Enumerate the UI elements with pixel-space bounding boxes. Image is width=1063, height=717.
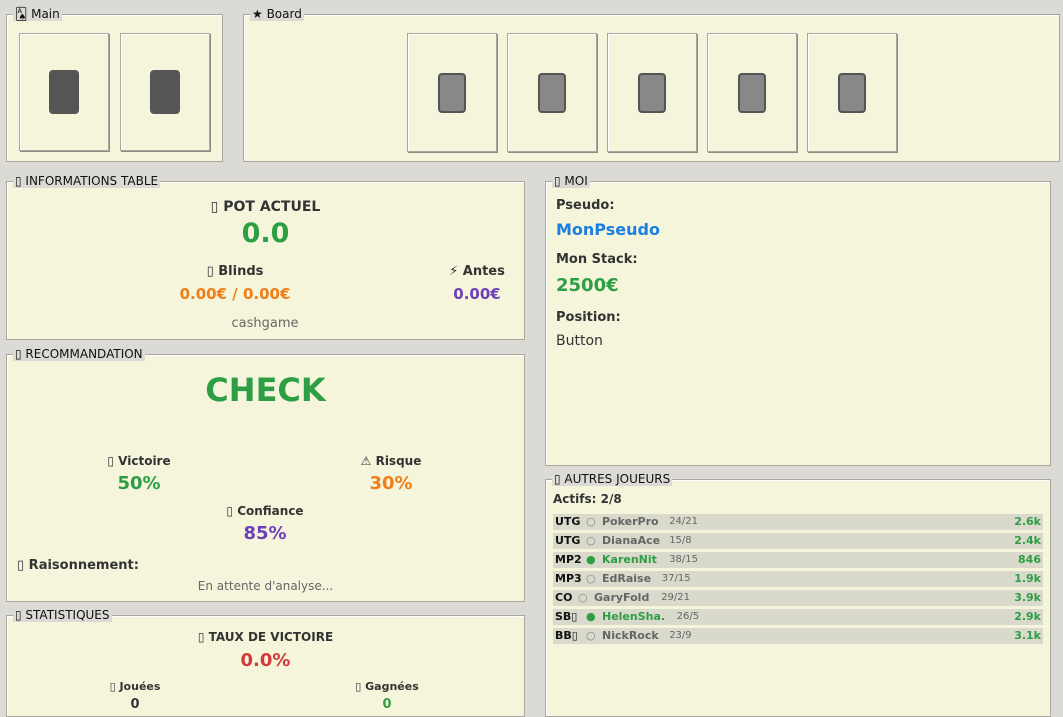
hand-card-1[interactable] (19, 33, 109, 151)
player-stats: 15/8 (669, 535, 692, 546)
card-back-icon (150, 70, 180, 114)
recommended-action: CHECK (205, 371, 326, 409)
stack-value: 2500€ (556, 275, 619, 296)
player-row[interactable]: SB▯ ● HelenSha. 26/5 2.9k (553, 609, 1043, 625)
antes-value: 0.00€ (453, 285, 501, 303)
others-title: ▯ AUTRES JOUEURS (552, 472, 673, 486)
player-name: NickRock (602, 629, 659, 642)
player-position: MP3 (555, 572, 582, 585)
player-status-icon: ○ (586, 534, 596, 547)
risk-value: 30% (369, 473, 413, 494)
player-stats: 24/21 (669, 516, 699, 527)
hand-card-2[interactable] (120, 33, 210, 151)
confidence-value: 85% (243, 523, 287, 544)
player-name: HelenSha. (602, 610, 666, 623)
player-position: UTG (555, 515, 581, 528)
won-label: ▯ Gagnées (355, 680, 419, 693)
player-position: MP2 (555, 553, 582, 566)
won-value: 0 (382, 697, 392, 712)
player-name: GaryFold (594, 591, 650, 604)
antes-label: ⚡ Antes (449, 264, 505, 279)
player-status-icon: ○ (586, 572, 596, 585)
table-info-title: ▯ INFORMATIONS TABLE (13, 174, 161, 188)
card-back-icon (538, 72, 566, 113)
stack-label: Mon Stack: (556, 252, 638, 267)
player-row[interactable]: MP2 ● KarenNit 38/15 846 (553, 552, 1043, 568)
card-back-icon (438, 72, 466, 113)
main-panel-title: 🂡 Main (13, 7, 62, 21)
pot-value: 0.0 (241, 218, 290, 249)
player-name: PokerPro (602, 515, 659, 528)
active-value: 2/8 (600, 492, 622, 506)
pseudo-label: Pseudo: (556, 198, 615, 213)
active-count: Actifs: 2/8 (553, 492, 622, 506)
player-stack: 3.9k (1014, 591, 1041, 604)
player-stack: 1.9k (1014, 572, 1041, 585)
played-value: 0 (130, 697, 140, 712)
player-stats: 26/5 (676, 611, 700, 622)
player-row[interactable]: UTG ○ PokerPro 24/21 2.6k (553, 514, 1043, 530)
player-position: UTG (555, 534, 581, 547)
player-name: DianaAce (602, 534, 661, 547)
me-panel: ▯ MOI Pseudo: MonPseudo Mon Stack: 2500€… (545, 174, 1051, 466)
reasoning-label: ▯ Raisonnement: (17, 558, 139, 573)
card-back-icon (638, 72, 666, 113)
player-position: BB▯ (555, 629, 578, 642)
player-row[interactable]: BB▯ ○ NickRock 23/9 3.1k (553, 628, 1043, 644)
player-row[interactable]: UTG ○ DianaAce 15/8 2.4k (553, 533, 1043, 549)
board-card-3[interactable] (607, 33, 697, 152)
player-row[interactable]: MP3 ○ EdRaise 37/15 1.9k (553, 571, 1043, 587)
risk-label: ⚠ Risque (360, 454, 422, 468)
player-stack: 2.4k (1014, 534, 1041, 547)
board-card-2[interactable] (507, 33, 597, 152)
player-row[interactable]: CO ○ GaryFold 29/21 3.9k (553, 590, 1043, 606)
stats-title: ▯ STATISTIQUES (13, 608, 112, 622)
player-name: EdRaise (602, 572, 652, 585)
player-status-icon: ○ (586, 629, 596, 642)
pot-label: ▯ POT ACTUEL (210, 199, 321, 215)
blinds-value: 0.00€ / 0.00€ (179, 285, 291, 303)
board-panel-title: ★ Board (250, 7, 304, 21)
player-position: SB▯ (555, 610, 578, 623)
winrate-label: ▯ TAUX DE VICTOIRE (197, 630, 334, 644)
board-card-1[interactable] (407, 33, 497, 152)
stats-panel: ▯ STATISTIQUES ▯ TAUX DE VICTOIRE 0.0% ▯… (6, 608, 525, 717)
blinds-label: ▯ Blinds (206, 264, 264, 279)
player-stack: 2.6k (1014, 515, 1041, 528)
player-stack: 846 (1018, 553, 1041, 566)
card-back-icon (738, 72, 766, 113)
reasoning-value: En attente d'analyse... (197, 579, 334, 593)
played-label: ▯ Jouées (109, 680, 161, 693)
player-stats: 37/15 (661, 573, 691, 584)
game-type: cashgame (231, 316, 299, 331)
position-value: Button (556, 333, 603, 349)
recommendation-title: ▯ RECOMMANDATION (13, 347, 145, 361)
player-stats: 38/15 (669, 554, 699, 565)
player-status-icon: ● (586, 610, 596, 623)
card-back-icon (49, 70, 79, 114)
player-stack: 3.1k (1014, 629, 1041, 642)
card-back-icon (838, 72, 866, 113)
table-info-panel: ▯ INFORMATIONS TABLE ▯ POT ACTUEL 0.0 ▯ … (6, 174, 525, 340)
victory-label: ▯ Victoire (107, 454, 171, 468)
active-label: Actifs: (553, 492, 597, 506)
recommendation-panel: ▯ RECOMMANDATION CHECK ▯ Victoire 50% ⚠ … (6, 347, 525, 602)
player-status-icon: ○ (578, 591, 588, 604)
player-stack: 2.9k (1014, 610, 1041, 623)
victory-value: 50% (117, 473, 161, 494)
board-card-5[interactable] (807, 33, 897, 152)
player-stats: 23/9 (669, 630, 692, 641)
board-card-4[interactable] (707, 33, 797, 152)
pseudo-value: MonPseudo (556, 220, 660, 239)
player-status-icon: ○ (586, 515, 596, 528)
player-name: KarenNit (602, 553, 657, 566)
me-title: ▯ MOI (552, 174, 590, 188)
confidence-label: ▯ Confiance (226, 504, 304, 518)
player-position: CO (555, 591, 573, 604)
position-label: Position: (556, 310, 621, 325)
player-stats: 29/21 (661, 592, 691, 603)
winrate-value: 0.0% (240, 650, 291, 671)
player-status-icon: ● (586, 553, 596, 566)
